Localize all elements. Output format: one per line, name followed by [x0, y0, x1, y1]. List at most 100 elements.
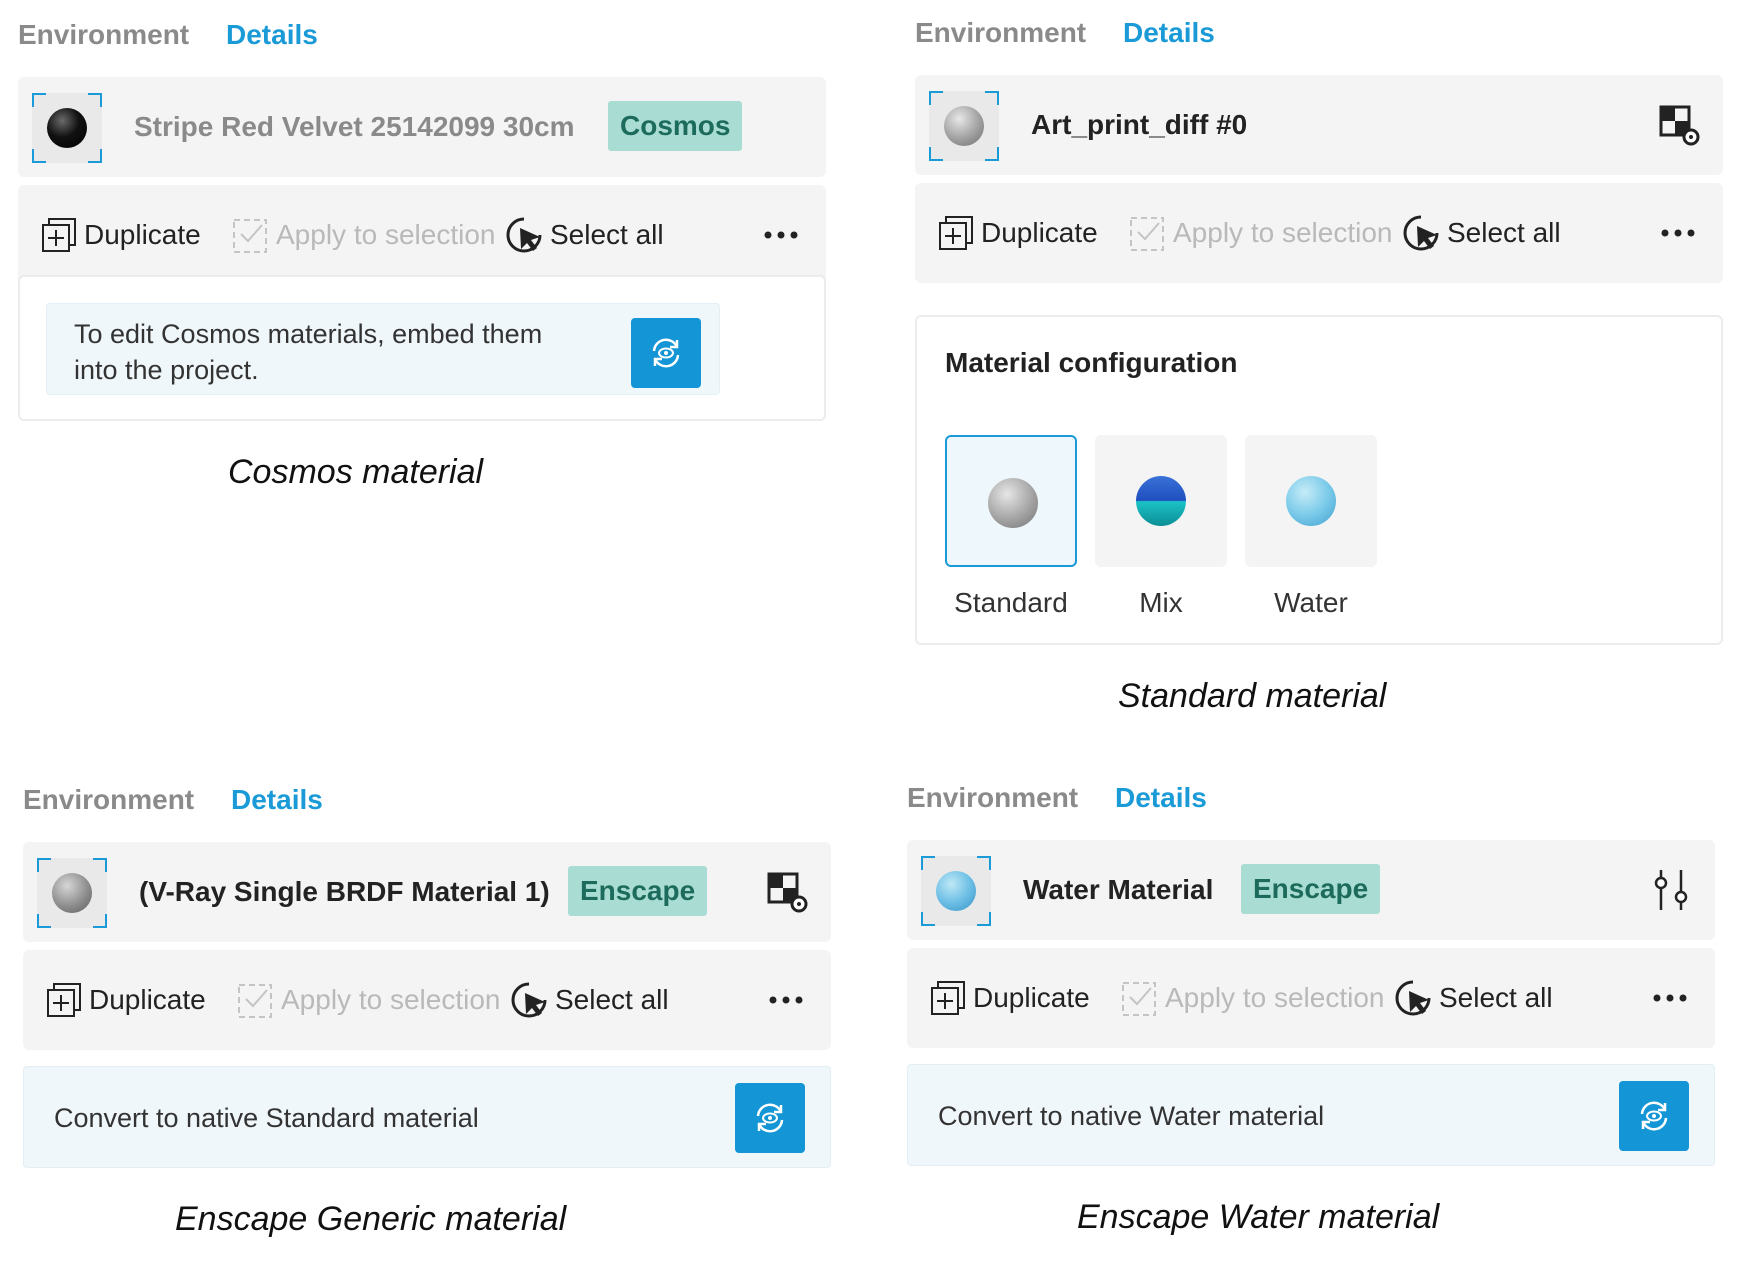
- duplicate-button[interactable]: Duplicate: [937, 183, 1098, 283]
- select-all-cursor-icon: [1403, 215, 1439, 251]
- material-header: Water Material Enscape: [907, 840, 1715, 940]
- duplicate-label: Duplicate: [89, 984, 206, 1015]
- apply-to-selection-icon: [1130, 217, 1164, 251]
- material-toolbar: Duplicate Apply to selection Select all: [18, 185, 826, 285]
- duplicate-button[interactable]: Duplicate: [929, 948, 1090, 1048]
- tab-bar: Environment Details: [907, 778, 1715, 818]
- material-toolbar: Duplicate Apply to selection Select all: [915, 183, 1723, 283]
- convert-refresh-icon: [1640, 1101, 1668, 1131]
- info-section: To edit Cosmos materials, embed them int…: [18, 275, 826, 421]
- tab-details[interactable]: Details: [1123, 13, 1215, 53]
- more-options-button[interactable]: [764, 185, 798, 285]
- tab-details[interactable]: Details: [231, 780, 323, 820]
- material-type-standard[interactable]: [945, 435, 1077, 567]
- tab-details[interactable]: Details: [226, 15, 318, 55]
- water-sphere-icon: [1286, 476, 1336, 526]
- material-configuration-card: Material configuration Standard Mix Wate…: [915, 315, 1723, 645]
- sliders-icon: [1654, 870, 1688, 910]
- duplicate-label: Duplicate: [973, 982, 1090, 1013]
- duplicate-icon: [47, 983, 81, 1017]
- material-settings-button[interactable]: [765, 870, 809, 914]
- apply-to-selection-label: Apply to selection: [281, 984, 501, 1015]
- apply-to-selection-icon: [1122, 982, 1156, 1016]
- convert-notice-text: Convert to native Water material: [938, 1101, 1325, 1131]
- more-options-button[interactable]: [1661, 183, 1695, 283]
- tab-environment[interactable]: Environment: [18, 15, 189, 55]
- tab-environment[interactable]: Environment: [915, 13, 1086, 53]
- apply-to-selection-label: Apply to selection: [1165, 982, 1385, 1013]
- material-preview-sphere: [944, 106, 984, 146]
- material-name: Stripe Red Velvet 25142099 30cm: [134, 111, 575, 142]
- embed-material-button[interactable]: [631, 318, 701, 388]
- select-all-button[interactable]: Select all: [1401, 183, 1561, 283]
- apply-to-selection-label: Apply to selection: [1173, 217, 1393, 248]
- material-header: (V-Ray Single BRDF Material 1) Enscape: [23, 842, 831, 942]
- duplicate-icon: [931, 981, 965, 1015]
- figure-caption: Standard material: [1118, 677, 1387, 715]
- mix-sphere-icon: [1136, 476, 1186, 526]
- material-thumbnail[interactable]: [37, 858, 107, 928]
- material-settings-icon: [767, 872, 808, 913]
- material-name: Art_print_diff #0: [1031, 109, 1248, 140]
- material-thumbnail[interactable]: [929, 91, 999, 161]
- figure-caption: Enscape Generic material: [175, 1200, 567, 1238]
- more-dots-icon: [769, 996, 803, 1004]
- convert-notice: Convert to native Water material: [907, 1064, 1715, 1166]
- material-settings-icon: [1659, 105, 1700, 146]
- tab-environment[interactable]: Environment: [907, 778, 1078, 818]
- material-type-water[interactable]: [1245, 435, 1377, 567]
- duplicate-button[interactable]: Duplicate: [40, 185, 201, 285]
- more-dots-icon: [764, 231, 798, 239]
- source-badge: Enscape: [1241, 864, 1381, 914]
- select-all-button[interactable]: Select all: [504, 185, 664, 285]
- apply-to-selection-icon: [238, 984, 272, 1018]
- material-preview-sphere: [47, 108, 87, 148]
- duplicate-label: Duplicate: [84, 219, 201, 250]
- duplicate-label: Duplicate: [981, 217, 1098, 248]
- figure-caption: Enscape Water material: [1077, 1198, 1440, 1236]
- material-settings-button[interactable]: [1657, 103, 1701, 147]
- select-all-button[interactable]: Select all: [1393, 948, 1553, 1048]
- select-all-cursor-icon: [506, 217, 542, 253]
- convert-refresh-icon: [652, 338, 680, 368]
- convert-notice-text: Convert to native Standard material: [54, 1103, 479, 1133]
- convert-notice: Convert to native Standard material: [23, 1066, 831, 1168]
- tab-environment[interactable]: Environment: [23, 780, 194, 820]
- duplicate-icon: [939, 216, 973, 250]
- adjust-button[interactable]: [1649, 868, 1693, 912]
- material-name: Water Material: [1023, 874, 1214, 905]
- more-options-button[interactable]: [769, 950, 803, 1050]
- apply-to-selection-label: Apply to selection: [276, 219, 496, 250]
- select-all-label: Select all: [555, 984, 669, 1015]
- select-all-label: Select all: [1447, 217, 1561, 248]
- duplicate-icon: [42, 218, 76, 252]
- tab-bar: Environment Details: [18, 15, 826, 55]
- material-type-water-label: Water: [1274, 587, 1348, 618]
- cosmos-notice: To edit Cosmos materials, embed them int…: [46, 303, 720, 395]
- apply-to-selection-button[interactable]: Apply to selection: [1121, 948, 1384, 1048]
- source-badge: Cosmos: [608, 101, 743, 151]
- material-preview-sphere: [52, 873, 92, 913]
- apply-to-selection-button[interactable]: Apply to selection: [1129, 183, 1392, 283]
- duplicate-button[interactable]: Duplicate: [45, 950, 206, 1050]
- material-type-mix-label: Mix: [1139, 587, 1183, 618]
- apply-to-selection-button[interactable]: Apply to selection: [237, 950, 500, 1050]
- convert-to-native-button[interactable]: [1619, 1081, 1689, 1151]
- apply-to-selection-icon: [233, 219, 267, 253]
- select-all-cursor-icon: [511, 982, 547, 1018]
- convert-to-native-button[interactable]: [735, 1083, 805, 1153]
- convert-refresh-icon: [756, 1103, 784, 1133]
- tab-details[interactable]: Details: [1115, 778, 1207, 818]
- material-thumbnail[interactable]: [921, 856, 991, 926]
- more-dots-icon: [1653, 994, 1687, 1002]
- material-type-mix[interactable]: [1095, 435, 1227, 567]
- more-options-button[interactable]: [1653, 948, 1687, 1048]
- tab-bar: Environment Details: [23, 780, 831, 820]
- material-type-standard-label: Standard: [954, 587, 1068, 618]
- figure-caption: Cosmos material: [228, 453, 484, 491]
- material-thumbnail[interactable]: [32, 93, 102, 163]
- select-all-button[interactable]: Select all: [509, 950, 669, 1050]
- material-preview-sphere: [936, 871, 976, 911]
- apply-to-selection-button[interactable]: Apply to selection: [232, 185, 495, 285]
- select-all-cursor-icon: [1395, 980, 1431, 1016]
